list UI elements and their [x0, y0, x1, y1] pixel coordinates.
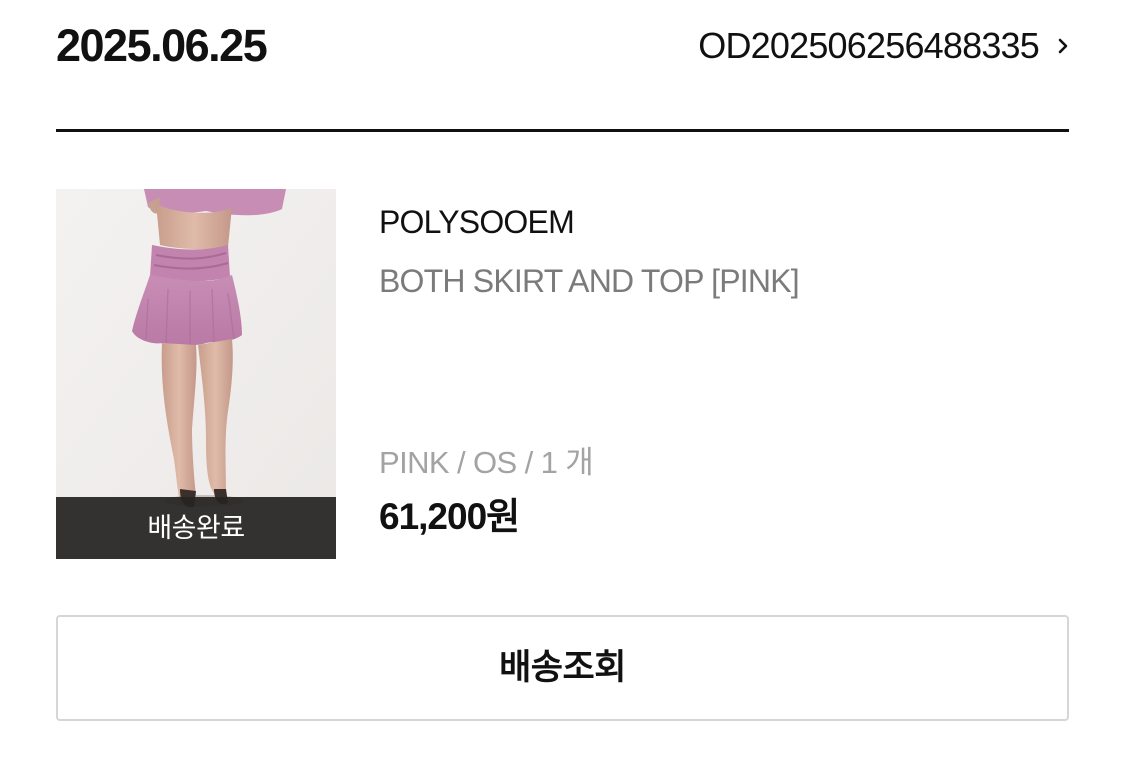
- order-history-card: 2025.06.25 OD202506256488335 배송완료 POLYSO…: [0, 0, 1125, 762]
- track-delivery-button[interactable]: 배송조회: [56, 615, 1069, 721]
- product-thumbnail[interactable]: 배송완료: [56, 189, 336, 559]
- product-brand[interactable]: POLYSOOEM: [379, 202, 575, 242]
- product-options: PINK / OS / 1 개: [379, 445, 594, 480]
- order-detail-link[interactable]: OD202506256488335: [698, 22, 1075, 70]
- order-date: 2025.06.25: [56, 20, 268, 71]
- delivery-status-badge: 배송완료: [56, 497, 336, 559]
- chevron-right-icon: [1051, 34, 1075, 58]
- product-price: 61,200원: [379, 496, 520, 537]
- order-number: OD202506256488335: [698, 25, 1040, 66]
- product-name[interactable]: BOTH SKIRT AND TOP [PINK]: [379, 261, 800, 301]
- header-divider: [56, 129, 1069, 132]
